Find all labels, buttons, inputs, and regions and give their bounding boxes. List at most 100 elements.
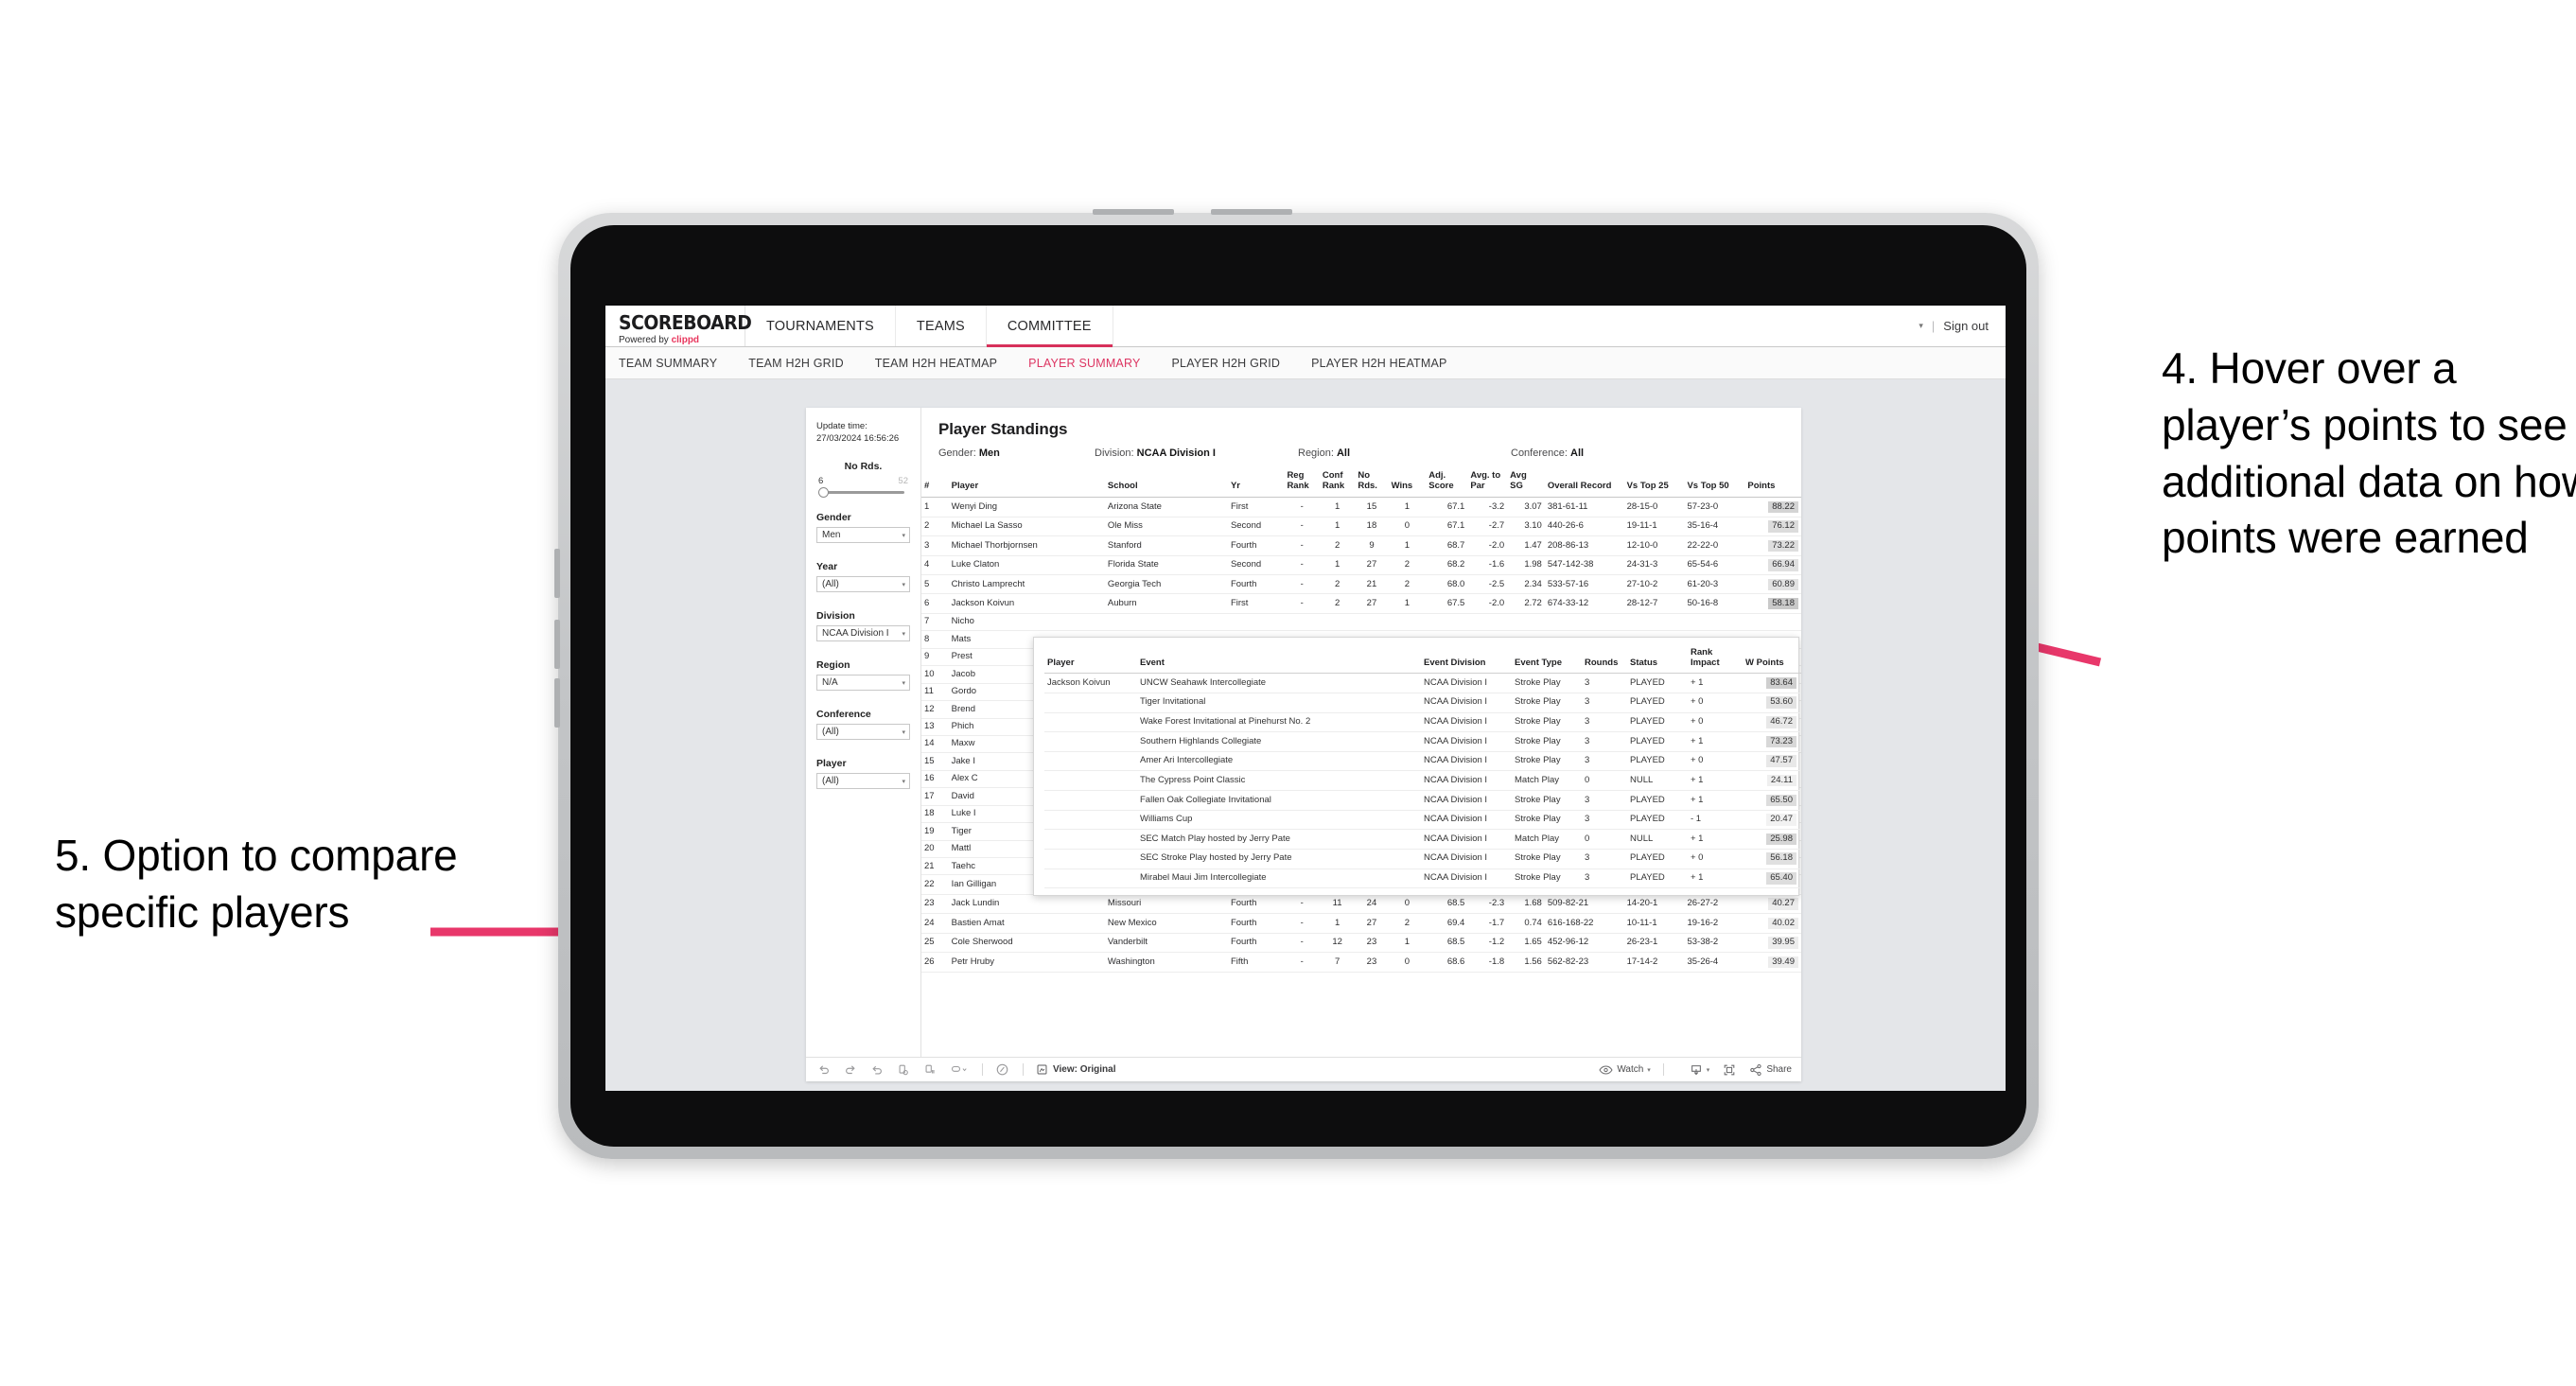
cell-rank: 6 (921, 593, 949, 614)
col-avg-sg[interactable]: Avg SG (1507, 468, 1545, 499)
cell-rank: 5 (921, 574, 949, 595)
filter-region-select[interactable]: N/A ▾ (816, 675, 910, 691)
no-rounds-slider[interactable] (818, 487, 904, 498)
table-row[interactable]: 5 Christo Lamprecht Georgia Tech Fourth … (921, 574, 1801, 595)
table-row[interactable]: 1 Wenyi Ding Arizona State First - 1 15 … (921, 497, 1801, 518)
table-row[interactable]: 6 Jackson Koivun Auburn First - 2 27 1 6… (921, 593, 1801, 614)
cell-points[interactable]: 88.22 (1744, 497, 1801, 518)
nav-item-teams[interactable]: TEAMS (896, 306, 987, 346)
table-row[interactable]: 25 Cole Sherwood Vanderbilt Fourth - 12 … (921, 933, 1801, 954)
cell-conf-rank: 1 (1319, 555, 1356, 576)
col-wins[interactable]: Wins (1388, 468, 1427, 499)
col-rank[interactable]: # (921, 468, 949, 499)
cell-wins: 0 (1388, 952, 1427, 973)
table-row[interactable]: 2 Michael La Sasso Ole Miss Second - 1 1… (921, 517, 1801, 537)
nav-item-tournaments[interactable]: TOURNAMENTS (745, 306, 896, 346)
col-overall-record[interactable]: Overall Record (1544, 468, 1624, 499)
filter-player-value: (All) (822, 776, 839, 786)
cell-reg-rank: - (1284, 555, 1320, 576)
share-button[interactable]: Share (1749, 1063, 1792, 1077)
cell-points[interactable]: 40.02 (1744, 913, 1801, 934)
dashboard-content-area: Update time: 27/03/2024 16:56:26 No Rds.… (605, 379, 2006, 1091)
table-row[interactable]: 24 Bastien Amat New Mexico Fourth - 1 27… (921, 913, 1801, 934)
cell-avg-sg: 1.68 (1507, 894, 1545, 915)
fullscreen-button[interactable] (1723, 1063, 1736, 1077)
col-points[interactable]: Points (1744, 468, 1801, 499)
col-no-rds[interactable]: No Rds. (1355, 468, 1389, 499)
cell-points[interactable]: 73.22 (1744, 535, 1801, 556)
tt-cell-player (1044, 790, 1137, 811)
col-player[interactable]: Player (948, 468, 1105, 499)
tab-player-summary[interactable]: PLAYER SUMMARY (1028, 357, 1156, 370)
tab-player-h2h-grid[interactable]: PLAYER H2H GRID (1172, 357, 1297, 370)
download-button[interactable]: ▾ (1690, 1063, 1709, 1077)
tab-team-summary[interactable]: TEAM SUMMARY (619, 357, 733, 370)
sign-out-button[interactable]: Sign out (1943, 319, 1989, 333)
col-yr[interactable]: Yr (1227, 468, 1285, 499)
tt-cell-impact: + 1 (1688, 790, 1743, 811)
cell-points[interactable]: 60.89 (1744, 574, 1801, 595)
cell-no-rds: 27 (1355, 913, 1389, 934)
cell-vs-top-50: 19-16-2 (1684, 913, 1745, 934)
filter-conference-select[interactable]: (All) ▾ (816, 724, 910, 740)
tab-team-h2h-heatmap[interactable]: TEAM H2H HEATMAP (875, 357, 1013, 370)
cell-points[interactable]: 76.12 (1744, 517, 1801, 537)
col-school[interactable]: School (1104, 468, 1228, 499)
tt-col-w-points: W Points (1743, 646, 1801, 675)
table-row[interactable]: 23 Jack Lundin Missouri Fourth - 11 24 0… (921, 894, 1801, 915)
tt-cell-division: NCAA Division I (1421, 693, 1512, 713)
points-value: 76.12 (1768, 520, 1798, 533)
col-reg-rank[interactable]: Reg Rank (1284, 468, 1320, 499)
tt-cell-type: Stroke Play (1512, 751, 1582, 772)
brand-logo[interactable]: SCOREBOARD Powered by clippd (605, 306, 752, 346)
view-original-label: View: Original (1053, 1064, 1116, 1075)
filter-region-value: N/A (822, 677, 838, 688)
tt-cell-impact: - 1 (1688, 810, 1743, 831)
cell-wins: 2 (1388, 913, 1427, 934)
view-original-button[interactable]: View: Original (1036, 1063, 1116, 1076)
filter-gender: Gender Men ▾ (816, 512, 910, 543)
filter-player-select[interactable]: (All) ▾ (816, 773, 910, 789)
revert-icon[interactable] (870, 1063, 884, 1077)
cell-points[interactable]: 40.27 (1744, 894, 1801, 915)
dashboard-card-body: Update time: 27/03/2024 16:56:26 No Rds.… (806, 408, 1801, 1057)
col-vs-top-25[interactable]: Vs Top 25 (1623, 468, 1685, 499)
table-row[interactable]: 4 Luke Claton Florida State Second - 1 2… (921, 555, 1801, 576)
cell-vs-top-25: 19-11-1 (1623, 517, 1685, 537)
tt-cell-status: PLAYED (1627, 751, 1688, 772)
pause-auto-update-icon[interactable] (923, 1063, 937, 1077)
filter-year-select[interactable]: (All) ▾ (816, 576, 910, 592)
nav-item-committee[interactable]: COMMITTEE (986, 306, 1113, 347)
cell-points-hovered[interactable]: 58.18 (1744, 593, 1801, 614)
no-rounds-slider-handle[interactable] (818, 487, 829, 498)
col-adj-score[interactable]: Adj. Score (1426, 468, 1468, 499)
filter-division-select[interactable]: NCAA Division I ▾ (816, 625, 910, 641)
cell-points[interactable]: 39.95 (1744, 933, 1801, 954)
table-row[interactable]: 3 Michael Thorbjornsen Stanford Fourth -… (921, 535, 1801, 556)
cell-wins: 1 (1388, 593, 1427, 614)
cell-no-rds: 23 (1355, 952, 1389, 973)
cell-points[interactable]: 39.49 (1744, 952, 1801, 973)
filter-summary-row: Gender: Men Division: NCAA Division I Re… (938, 447, 1801, 459)
col-avg-to-par[interactable]: Avg. to Par (1467, 468, 1508, 499)
filter-gender-select[interactable]: Men ▾ (816, 527, 910, 543)
tt-cell-w-points: 83.64 (1743, 673, 1801, 693)
table-row[interactable]: 26 Petr Hruby Washington Fifth - 7 23 0 … (921, 952, 1801, 973)
export-icon[interactable] (950, 1063, 969, 1077)
refresh-icon[interactable] (897, 1063, 910, 1077)
redo-icon[interactable] (844, 1063, 857, 1077)
col-vs-top-50[interactable]: Vs Top 50 (1684, 468, 1745, 499)
tab-player-h2h-heatmap[interactable]: PLAYER H2H HEATMAP (1311, 357, 1463, 370)
cell-vs-top-25: 14-20-1 (1623, 894, 1685, 915)
col-conf-rank[interactable]: Conf Rank (1319, 468, 1356, 499)
filter-region: Region N/A ▾ (816, 659, 910, 691)
table-row[interactable]: 7 Nicho (921, 613, 1801, 632)
undo-icon[interactable] (817, 1063, 831, 1077)
tab-team-h2h-grid[interactable]: TEAM H2H GRID (748, 357, 860, 370)
cell-points[interactable]: 66.94 (1744, 555, 1801, 576)
data-details-icon[interactable] (995, 1062, 1009, 1077)
cell-vs-top-50: 35-16-4 (1684, 517, 1745, 537)
chevron-down-icon[interactable]: ▾ (1919, 321, 1923, 331)
chevron-down-icon: ▾ (902, 728, 905, 736)
watch-button[interactable]: Watch ▾ (1599, 1064, 1651, 1076)
